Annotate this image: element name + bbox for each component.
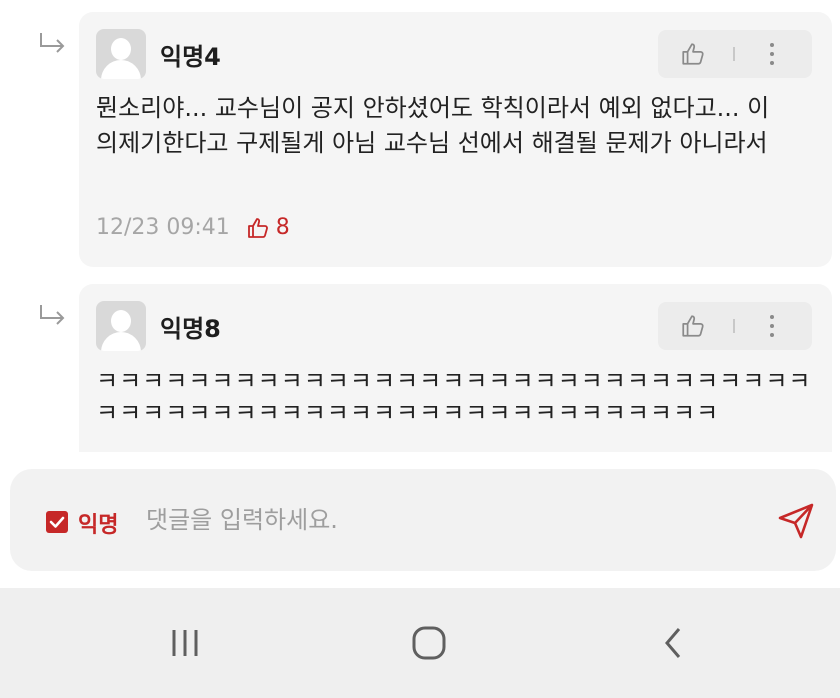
more-vertical-icon[interactable] xyxy=(766,312,778,340)
thumbs-up-icon[interactable] xyxy=(680,41,706,67)
home-icon[interactable] xyxy=(406,620,452,666)
system-nav-bar xyxy=(0,588,840,698)
comment-card: 익명8 ㅋㅋㅋㅋㅋㅋㅋㅋㅋㅋㅋㅋㅋㅋㅋㅋㅋㅋㅋㅋㅋㅋㅋㅋㅋㅋㅋㅋㅋㅋㅋㅋㅋㅋㅋㅋ… xyxy=(79,284,832,452)
back-icon[interactable] xyxy=(650,620,696,666)
anonymous-label[interactable]: 익명 xyxy=(78,507,118,539)
like-count: 8 xyxy=(246,215,290,240)
reply-arrow-icon xyxy=(38,32,68,54)
thumbs-up-icon[interactable] xyxy=(680,313,706,339)
comment-author: 익명4 xyxy=(160,42,221,71)
comment-author: 익명8 xyxy=(160,314,221,343)
community-comments-screen: 익명4 뭔소리야... 교수님이 공지 안하셨어도 학칙이라서 예외 없다고..… xyxy=(0,0,840,698)
comment-text: ㅋㅋㅋㅋㅋㅋㅋㅋㅋㅋㅋㅋㅋㅋㅋㅋㅋㅋㅋㅋㅋㅋㅋㅋㅋㅋㅋㅋㅋㅋㅋㅋㅋㅋㅋㅋㅋㅋㅋㅋ… xyxy=(96,367,812,427)
comment-timestamp: 12/23 09:41 xyxy=(96,215,230,240)
recent-apps-icon[interactable] xyxy=(162,620,208,666)
comment-header: 익명4 xyxy=(96,28,496,80)
comment-card: 익명4 뭔소리야... 교수님이 공지 안하셨어도 학칙이라서 예외 없다고..… xyxy=(79,12,832,267)
send-icon[interactable] xyxy=(774,499,818,543)
comment-input-bar: 익명 xyxy=(10,469,836,571)
comment-text: 뭔소리야... 교수님이 공지 안하셨어도 학칙이라서 예외 없다고... 이의… xyxy=(96,94,770,157)
more-vertical-icon[interactable] xyxy=(766,40,778,68)
reply-arrow-icon xyxy=(38,304,68,326)
comment-header: 익명8 xyxy=(96,300,496,352)
comment-meta: 12/23 09:41 8 xyxy=(96,215,290,240)
anonymous-checkbox[interactable] xyxy=(46,511,68,533)
like-count-value: 8 xyxy=(275,215,290,240)
actions-divider xyxy=(733,47,735,61)
comment-actions xyxy=(658,302,812,350)
thumbs-up-icon xyxy=(247,217,268,238)
comment-thread[interactable]: 익명4 뭔소리야... 교수님이 공지 안하셨어도 학칙이라서 예외 없다고..… xyxy=(0,0,840,452)
avatar xyxy=(96,29,146,79)
comment-input[interactable] xyxy=(146,497,746,543)
comment-actions xyxy=(658,30,812,78)
actions-divider xyxy=(733,319,735,333)
avatar xyxy=(96,301,146,351)
